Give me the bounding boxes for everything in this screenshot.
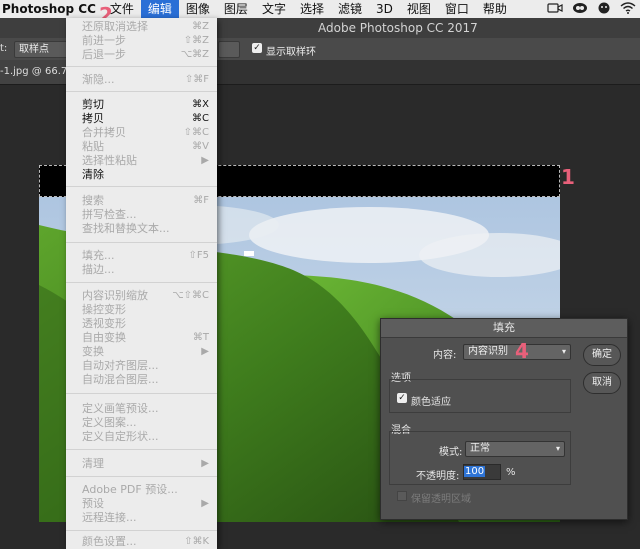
menu-item-auto-align-layers[interactable]: 自动对齐图层... (66, 359, 217, 373)
opacity-label: 不透明度: (416, 471, 460, 482)
menu-item-auto-blend-layers[interactable]: 自动混合图层... (66, 373, 217, 387)
menu-item-step-forward[interactable]: 前进一步 ⇧⌘Z (66, 34, 217, 48)
menu-separator (66, 242, 217, 243)
mode-label: 模式: (439, 447, 463, 458)
menu-item-define-brush[interactable]: 定义画笔预设... (66, 402, 217, 416)
step-marker-1: 1 (561, 165, 575, 189)
menu-item-stroke[interactable]: 描边... (66, 263, 217, 277)
show-sampling-ring-checkbox[interactable]: ✓ (252, 43, 262, 53)
fill-dialog-title: 填充 (381, 319, 627, 338)
menu-separator (66, 91, 217, 92)
status-icons (547, 0, 636, 18)
color-adapt-checkbox[interactable]: ✓ (397, 393, 407, 403)
color-adapt-label: 颜色适应 (411, 397, 451, 408)
menu-view[interactable]: 视图 (400, 0, 438, 18)
ok-button[interactable]: 确定 (583, 344, 621, 366)
menu-select[interactable]: 选择 (293, 0, 331, 18)
menu-item-fade[interactable]: 渐隐... ⇧⌘F (66, 73, 217, 87)
fill-dialog: 填充 内容: 内容识别 ▾ 4 确定 取消 选项 ✓ 颜色适应 混合 模式: 正… (380, 318, 628, 520)
menu-item-free-transform[interactable]: 自由变换 ⌘T (66, 331, 217, 345)
option-label: t: (0, 43, 8, 54)
show-sampling-ring-label: 显示取样环 (266, 47, 316, 58)
menu-separator (66, 476, 217, 477)
content-label: 内容: (433, 350, 457, 361)
cancel-button[interactable]: 取消 (583, 372, 621, 394)
opacity-input[interactable]: 100 (463, 464, 501, 480)
menu-window[interactable]: 窗口 (438, 0, 476, 18)
chevron-down-icon: ▾ (561, 347, 566, 356)
mode-select-value: 正常 (470, 443, 490, 454)
sample-source-select[interactable]: 取样点 (14, 41, 72, 58)
menu-filter[interactable]: 滤镜 (331, 0, 369, 18)
mac-menubar: Photoshop CC 文件 编辑 图像 图层 文字 选择 滤镜 3D 视图 … (0, 0, 640, 18)
creative-cloud-icon[interactable] (572, 2, 588, 17)
content-select-value: 内容识别 (468, 346, 508, 357)
sample-mode-select[interactable] (218, 41, 240, 58)
menu-item-puppet-warp[interactable]: 操控变形 (66, 303, 217, 317)
wechat-icon[interactable] (597, 2, 611, 17)
menu-item-remote-connections[interactable]: 远程连接... (66, 511, 217, 525)
menu-item-fill[interactable]: 填充... ⇧F5 (66, 249, 217, 263)
menu-separator (66, 282, 217, 283)
menu-item-presets[interactable]: 预设 ▶ (66, 497, 217, 511)
menu-item-adobe-pdf-presets[interactable]: Adobe PDF 预设... (66, 483, 217, 497)
opacity-unit: % (506, 467, 516, 478)
menu-item-perspective-warp[interactable]: 透视变形 (66, 317, 217, 331)
menu-item-define-custom-shape[interactable]: 定义自定形状... (66, 430, 217, 444)
wifi-icon[interactable] (620, 1, 636, 17)
step-marker-4: 4 (515, 339, 529, 363)
opacity-input-value: 100 (464, 466, 486, 477)
menu-item-find-replace[interactable]: 查找和替换文本... (66, 222, 217, 236)
menu-separator (66, 66, 217, 67)
menu-item-copy[interactable]: 拷贝 ⌘C (66, 112, 217, 126)
menu-item-define-pattern[interactable]: 定义图案... (66, 416, 217, 430)
menu-separator (66, 449, 217, 450)
menu-item-cut[interactable]: 剪切 ⌘X (66, 98, 217, 112)
menu-help[interactable]: 帮助 (476, 0, 514, 18)
menu-3d[interactable]: 3D (369, 0, 400, 18)
menu-separator (66, 530, 217, 531)
preserve-transparency-checkbox[interactable] (397, 491, 407, 501)
mode-select[interactable]: 正常 ▾ (465, 441, 565, 457)
menu-separator (66, 393, 217, 394)
menu-edit[interactable]: 编辑 (140, 0, 179, 18)
menu-item-purge[interactable]: 清理 ▶ (66, 457, 217, 471)
menu-item-color-settings[interactable]: 颜色设置... ⇧⌘K (66, 535, 217, 549)
menu-item-copy-merged[interactable]: 合并拷贝 ⇧⌘C (66, 126, 217, 140)
menu-type[interactable]: 文字 (255, 0, 293, 18)
menu-item-paste-special[interactable]: 选择性粘贴 ▶ (66, 154, 217, 168)
preserve-transparency-label: 保留透明区域 (411, 494, 471, 505)
menu-item-paste[interactable]: 粘贴 ⌘V (66, 140, 217, 154)
chevron-down-icon: ▾ (555, 444, 560, 453)
menu-item-undo[interactable]: 还原取消选择 ⌘Z (66, 20, 217, 34)
menu-item-transform[interactable]: 变换 ▶ (66, 345, 217, 359)
menu-item-clear[interactable]: 清除 (66, 168, 217, 182)
menu-item-content-aware-scale[interactable]: 内容识别缩放 ⌥⇧⌘C (66, 289, 217, 303)
document-tab[interactable]: -1.jpg @ 66.7 (0, 60, 66, 84)
window-title: Adobe Photoshop CC 2017 (318, 21, 478, 35)
menu-separator (66, 186, 217, 187)
app-menu[interactable]: Photoshop CC (0, 0, 103, 18)
menu-image[interactable]: 图像 (179, 0, 217, 18)
video-icon[interactable] (547, 2, 563, 17)
menu-layer[interactable]: 图层 (217, 0, 255, 18)
menu-item-spell-check[interactable]: 拼写检查... (66, 208, 217, 222)
menu-item-search[interactable]: 搜索 ⌘F (66, 194, 217, 208)
menu-item-step-backward[interactable]: 后退一步 ⌥⌘Z (66, 48, 217, 62)
edit-dropdown-menu: 还原取消选择 ⌘Z 前进一步 ⇧⌘Z 后退一步 ⌥⌘Z 渐隐... ⇧⌘F 剪切 ⌘X 拷… (66, 18, 217, 549)
